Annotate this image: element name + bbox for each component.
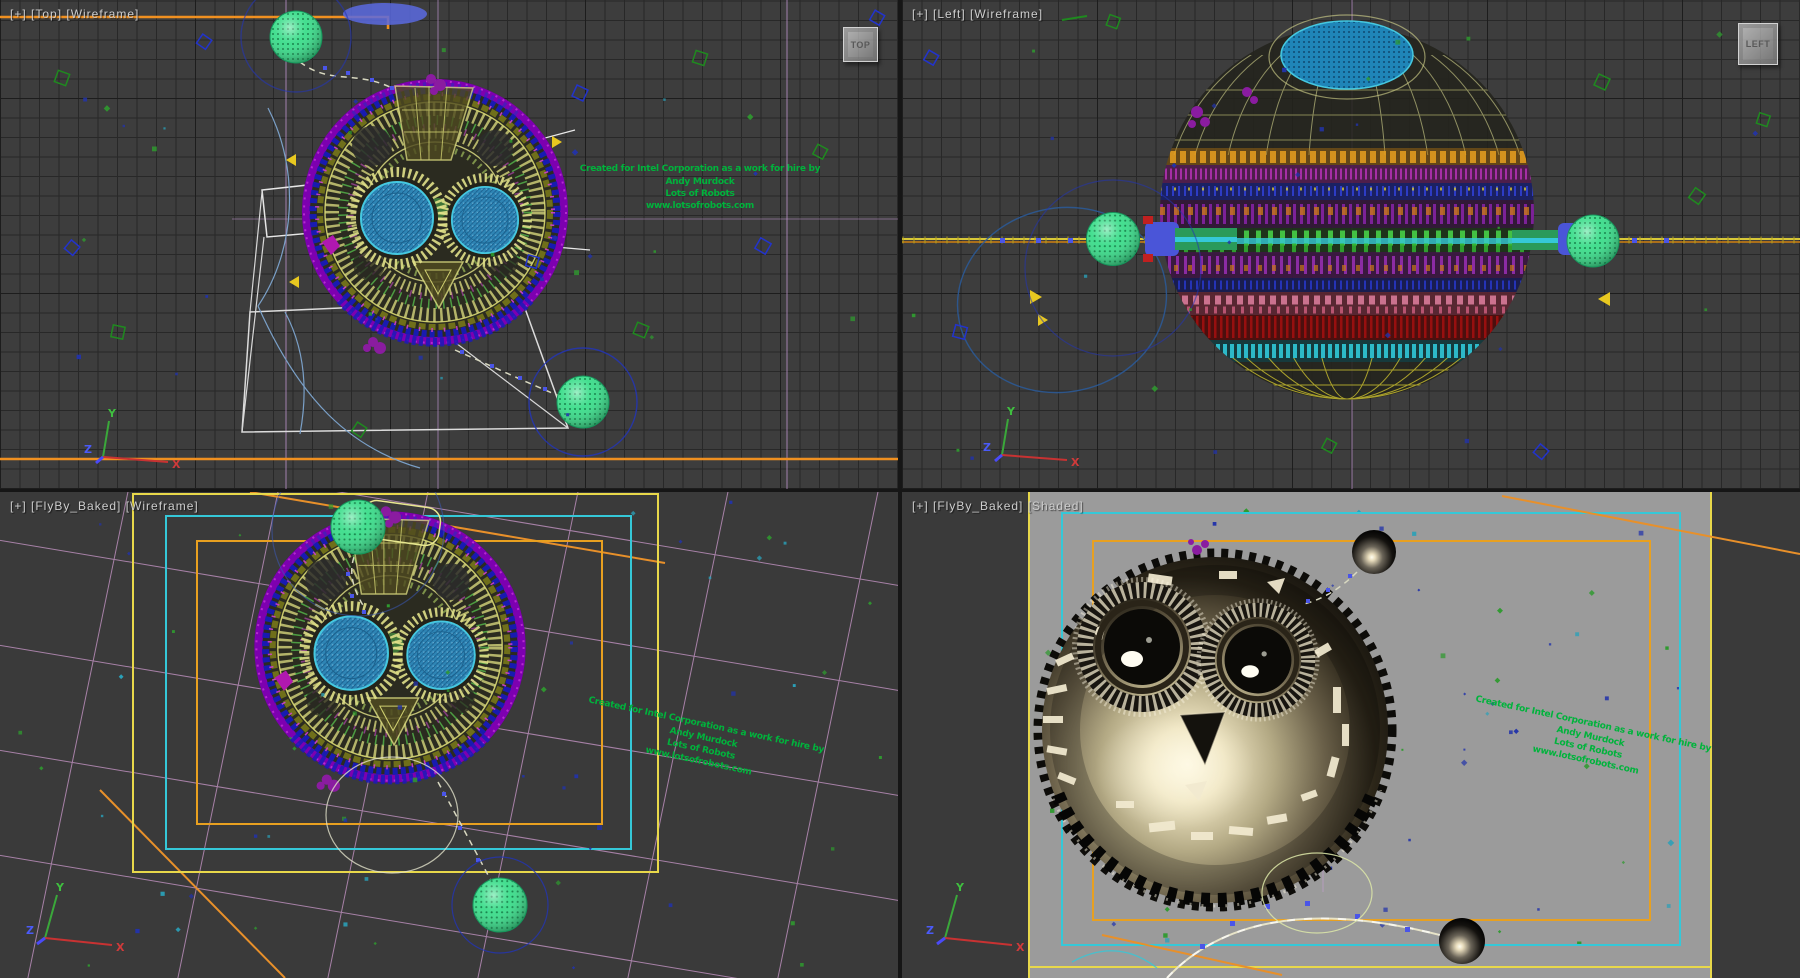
viewcube-face-label: TOP (851, 40, 871, 50)
axis-y-label: Y (955, 881, 965, 894)
owl-sphere-wireframe-top (302, 74, 568, 354)
viewport-top-canvas: Created for Intel Corporation as a work … (0, 0, 898, 489)
viewport-flyby-wire-canvas: Created for Intel Corporation as a work … (0, 492, 898, 978)
axis-gizmo: Y X Z (926, 881, 1025, 954)
axis-x-label: X (1016, 941, 1025, 954)
viewport-flyby-shaded[interactable]: Created for Intel Corporation as a work … (902, 492, 1800, 978)
axis-y-label: Y (107, 407, 117, 420)
watermark-text: Created for Intel Corporation as a work … (580, 164, 821, 211)
axis-z-label: Z (84, 443, 92, 456)
axis-y-label: Y (1006, 405, 1016, 418)
axis-z-label: Z (26, 924, 34, 937)
viewport-label-left[interactable]: [+] [Left] [Wireframe] (912, 7, 1043, 21)
axis-gizmo: Y X Z (26, 881, 125, 954)
viewport-top[interactable]: Created for Intel Corporation as a work … (0, 0, 898, 489)
axis-gizmo: Y X Z (983, 405, 1080, 469)
svg-text:Andy Murdock: Andy Murdock (666, 177, 736, 187)
viewport-left-canvas: Y X Z (902, 0, 1800, 489)
axis-gizmo: Y X Z (84, 407, 181, 471)
svg-text:Created for Intel Corporation: Created for Intel Corporation as a work … (580, 164, 821, 174)
viewcube[interactable]: TOP (843, 27, 878, 62)
axis-y-label: Y (55, 881, 65, 894)
viewcube-face-label: LEFT (1746, 39, 1771, 49)
axis-z-label: Z (983, 441, 991, 454)
viewport-left[interactable]: Y X Z [+] [Left] [Wireframe] LEFT (902, 0, 1800, 489)
axis-x-label: X (116, 941, 125, 954)
viewport-label-flyby-shaded[interactable]: [+] [FlyBy_Baked] [Shaded] (912, 499, 1084, 513)
viewport-flyby-shaded-canvas: Created for Intel Corporation as a work … (902, 492, 1800, 978)
svg-text:www.lotsofrobots.com: www.lotsofrobots.com (646, 201, 754, 211)
viewport-label-flyby-wire[interactable]: [+] [FlyBy_Baked] [Wireframe] (10, 499, 199, 513)
blue-hat-object (343, 3, 427, 25)
viewport-quad-layout: Created for Intel Corporation as a work … (0, 0, 1800, 978)
viewport-label-top[interactable]: [+] [Top] [Wireframe] (10, 7, 139, 21)
viewport-flyby-wireframe[interactable]: Created for Intel Corporation as a work … (0, 492, 898, 978)
axis-x-label: X (172, 458, 181, 471)
viewcube[interactable]: LEFT (1738, 23, 1778, 65)
axis-z-label: Z (926, 924, 934, 937)
svg-text:Lots of Robots: Lots of Robots (665, 189, 734, 199)
axis-x-label: X (1071, 456, 1080, 469)
